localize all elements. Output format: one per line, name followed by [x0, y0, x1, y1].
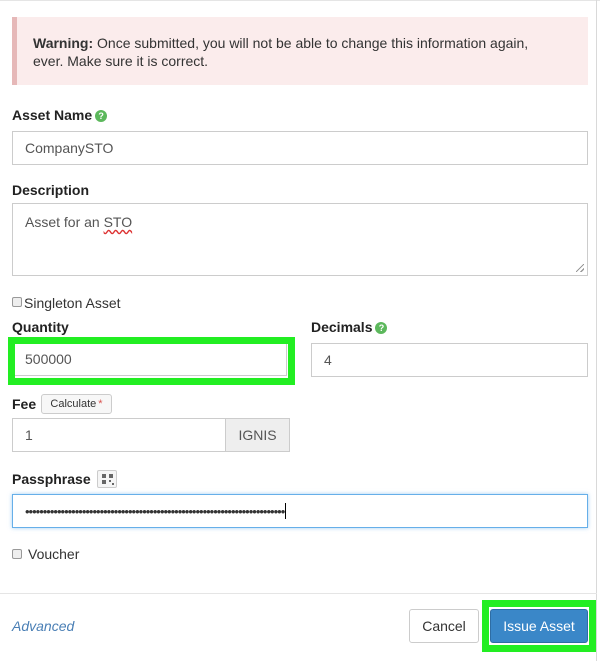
fee-value: 1 — [25, 427, 33, 443]
fee-input[interactable]: 1 — [12, 418, 226, 452]
description-label: Description — [12, 182, 90, 198]
decimals-label-text: Decimals — [311, 319, 373, 335]
required-mark: * — [98, 398, 103, 410]
qr-code-icon[interactable] — [97, 470, 117, 488]
asset-name-label-text: Asset Name — [12, 107, 93, 123]
help-icon[interactable]: ? — [375, 322, 388, 335]
fee-label: Fee — [12, 396, 37, 412]
warning-text-line1: Once submitted, you will not be able to … — [93, 35, 529, 51]
quantity-label: Quantity — [12, 319, 69, 335]
top-divider — [0, 0, 600, 1]
description-value: Asset for an — [25, 214, 104, 230]
warning-text-line2: ever. Make sure it is correct. — [33, 53, 209, 69]
passphrase-label: Passphrase — [12, 471, 91, 487]
modal-right-edge — [596, 0, 597, 661]
text-caret — [285, 503, 287, 519]
description-textarea[interactable]: Asset for an STO — [12, 203, 588, 276]
warning-alert: Warning: Once submitted, you will not be… — [12, 17, 588, 85]
asset-name-input[interactable]: CompanySTO — [12, 131, 588, 165]
advanced-link[interactable]: Advanced — [12, 618, 74, 634]
decimals-value: 4 — [324, 352, 332, 368]
fee-unit-addon: IGNIS — [225, 418, 290, 452]
calculate-fee-button[interactable]: Calculate * — [41, 394, 112, 414]
help-icon[interactable]: ? — [95, 110, 108, 123]
voucher-label: Voucher — [28, 546, 80, 562]
issue-asset-button[interactable]: Issue Asset — [490, 609, 588, 643]
singleton-label: Singleton Asset — [24, 295, 121, 311]
resize-grip-icon[interactable] — [576, 264, 584, 272]
decimals-label: Decimals? — [311, 319, 388, 335]
quantity-value: 500000 — [25, 351, 72, 367]
calculate-label: Calculate — [50, 398, 97, 410]
asset-name-value: CompanySTO — [25, 140, 114, 156]
passphrase-input[interactable]: ••••••••••••••••••••••••••••••••••••••••… — [12, 494, 588, 528]
footer-divider — [0, 593, 597, 594]
warning-strong: Warning: — [33, 35, 94, 51]
asset-name-label: Asset Name? — [12, 107, 108, 123]
cancel-button[interactable]: Cancel — [409, 609, 479, 643]
voucher-checkbox[interactable] — [12, 549, 22, 559]
description-flagged-word: STO — [103, 214, 133, 230]
singleton-checkbox[interactable] — [12, 297, 22, 307]
decimals-input[interactable]: 4 — [311, 343, 588, 377]
passphrase-masked-value: ••••••••••••••••••••••••••••••••••••••••… — [25, 503, 285, 519]
quantity-input[interactable]: 500000 — [12, 342, 287, 376]
